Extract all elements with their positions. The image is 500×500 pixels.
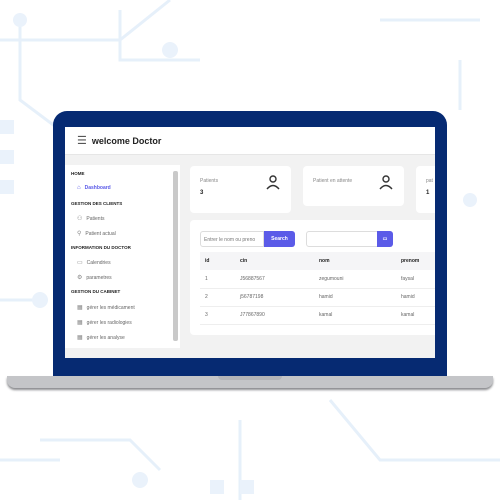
sidebar-item-label: gérer les analyse <box>86 334 125 341</box>
cell-cin: j56787198 <box>235 288 314 307</box>
table-icon: ▦ <box>77 320 83 326</box>
sidebar-item-patient-actual[interactable]: ⚲ Patient actual <box>77 230 116 238</box>
cell-nom: kamal <box>314 306 396 325</box>
column-header-id: id <box>200 252 235 270</box>
sidebar-item-dashboard[interactable]: ⌂ Dashboard <box>77 185 111 191</box>
page-title: welcome Doctor <box>91 135 162 146</box>
users-icon: ⚇ <box>77 216 83 222</box>
stat-label: Patients <box>200 178 219 184</box>
hamburger-menu-icon[interactable]: ☰ <box>77 134 87 147</box>
column-header-prenom: prenom <box>396 252 435 270</box>
cell-cin: J56887567 <box>235 270 314 289</box>
cell-prenom: faysal <box>396 270 435 289</box>
calendar-button[interactable]: ▭ <box>377 231 393 247</box>
sidebar-item-label: gérer les médicament <box>86 304 135 311</box>
sidebar-item-parametres[interactable]: ⚙ parametres <box>77 274 112 282</box>
table-icon: ▦ <box>77 305 83 311</box>
calendar-icon: ▭ <box>382 236 388 242</box>
table-icon: ▦ <box>77 335 83 341</box>
cell-nom: zegumouni <box>314 270 396 289</box>
laptop-notch <box>218 376 282 380</box>
patients-table-card: Entrer le nom ou preno Search ▭ id cin n… <box>190 220 435 335</box>
search-input[interactable]: Entrer le nom ou preno <box>200 231 264 247</box>
sidebar-item-radiologies[interactable]: ▦ gérer les radiologies <box>77 319 132 327</box>
cell-id: 1 <box>200 270 235 289</box>
sidebar-item-label: Dashboard <box>84 185 111 191</box>
section-home: HOME <box>71 171 85 176</box>
stat-label: Patient en attente <box>313 178 353 184</box>
calendar-icon: ▭ <box>77 260 83 266</box>
cell-id: 2 <box>200 288 235 307</box>
sidebar-item-analyse[interactable]: ▦ gérer les analyse <box>77 334 125 342</box>
table-row[interactable]: 2 j56787198 hamid hamid <box>200 288 435 307</box>
app-screen: ☰ welcome Doctor HOME ⌂ Dashboard GESTION… <box>65 127 435 358</box>
sidebar-item-label: Patients <box>86 215 105 222</box>
app-header: ☰ welcome Doctor <box>65 127 435 155</box>
stat-card-third: pat 1 <box>416 166 435 213</box>
gear-icon: ⚙ <box>77 275 83 281</box>
stat-value: 1 <box>426 190 430 196</box>
user-icon <box>379 175 393 190</box>
date-input[interactable] <box>306 231 378 247</box>
search-button[interactable]: Search <box>264 231 295 247</box>
cell-prenom: kamal <box>396 306 435 325</box>
sidebar-item-label: parametres <box>86 274 112 281</box>
sidebar-item-calendries[interactable]: ▭ Calendries <box>77 259 111 267</box>
sidebar-item-label: gérer les radiologies <box>86 319 132 326</box>
sidebar-item-label: Patient actual <box>85 230 116 237</box>
sidebar-scrollbar[interactable] <box>173 171 178 341</box>
column-header-nom: nom <box>314 252 396 270</box>
home-icon: ⌂ <box>77 185 81 191</box>
cell-nom: hamid <box>314 288 396 307</box>
patients-table: id cin nom prenom 1 J56887567 zegumouni fay… <box>200 252 435 325</box>
stat-card-patient-en-attente: Patient en attente <box>303 166 404 206</box>
section-gestion-cabinet: GESTION DU CABINET <box>71 289 121 294</box>
section-information-doctor: INFORMATION DU DOCTOR <box>71 245 131 250</box>
cell-cin: J77867890 <box>235 306 314 325</box>
sidebar-item-patients[interactable]: ⚇ Patients <box>77 215 105 223</box>
table-row[interactable]: 3 J77867890 kamal kamal <box>200 306 435 325</box>
sidebar-item-medicament[interactable]: ▦ gérer les médicament <box>77 304 135 312</box>
table-row[interactable]: 1 J56887567 zegumouni faysal <box>200 270 435 289</box>
user-icon: ⚲ <box>77 231 82 237</box>
stat-value: 3 <box>200 190 204 196</box>
sidebar: HOME ⌂ Dashboard GESTION DES CLIENTS ⚇ Pat… <box>65 165 180 348</box>
column-header-cin: cin <box>235 252 314 270</box>
user-icon <box>266 175 280 190</box>
stat-label: pat <box>426 178 433 184</box>
stat-card-patients: Patients 3 <box>190 166 291 213</box>
sidebar-item-label: Calendries <box>86 259 111 266</box>
cell-id: 3 <box>200 306 235 325</box>
section-gestion-clients: GESTION DES CLIENTS <box>71 201 123 206</box>
cell-prenom: hamid <box>396 288 435 307</box>
